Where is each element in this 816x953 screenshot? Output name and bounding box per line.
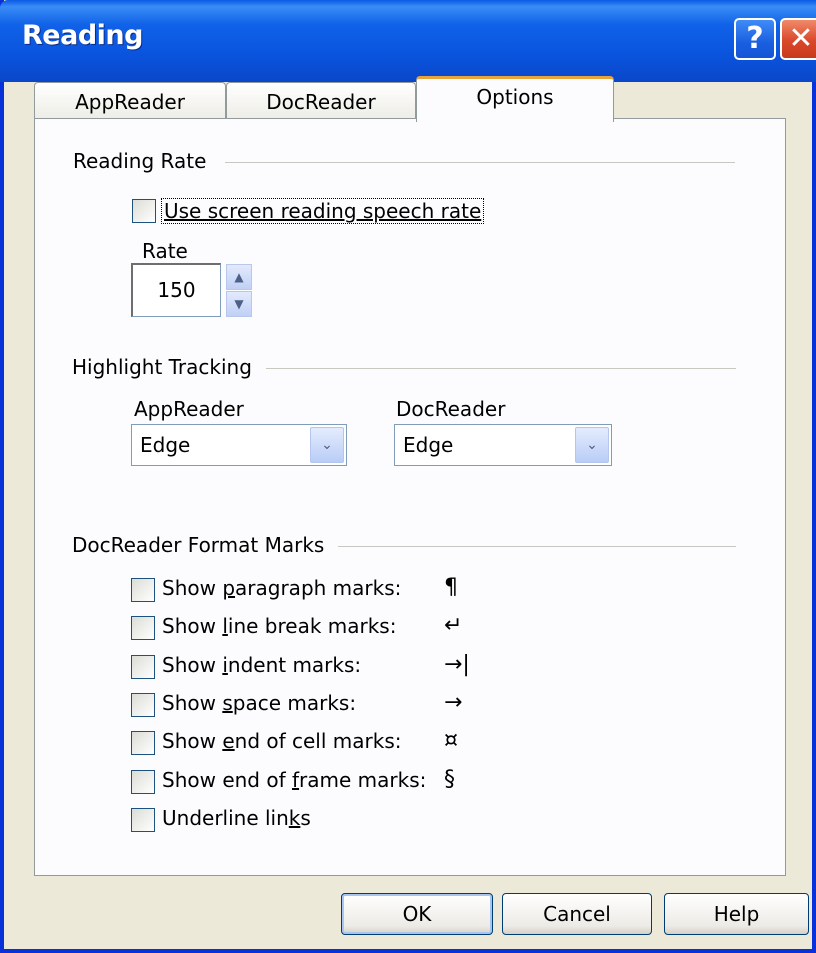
format-mark-label-text: Show <box>162 576 223 600</box>
chevron-down-icon[interactable]: ⌄ <box>575 427 609 463</box>
highlight-tracking-group-label: Highlight Tracking <box>72 355 266 379</box>
format-mark-checkbox[interactable] <box>131 655 155 679</box>
help-button[interactable]: Help <box>664 893 809 935</box>
format-mark-label-text: Show <box>162 614 223 638</box>
reading-dialog: Reading ? ✕ AppReader DocReader Options … <box>0 0 816 953</box>
format-mark-checkbox[interactable] <box>131 808 155 832</box>
format-mark-checkbox[interactable] <box>131 731 155 755</box>
group-divider <box>338 546 736 547</box>
close-icon[interactable]: ✕ <box>780 18 816 60</box>
appreader-selected-value: Edge <box>140 433 191 457</box>
format-mark-label[interactable]: Show paragraph marks: <box>162 576 401 600</box>
format-mark-label-text: ndent marks: <box>227 653 362 677</box>
format-mark-label-text: s <box>300 806 311 830</box>
use-screen-rate-checkbox[interactable] <box>132 199 156 223</box>
format-mark-symbol: ¶ <box>444 575 458 600</box>
format-mark-symbol: → <box>444 690 463 715</box>
format-mark-access-key: k <box>288 806 301 830</box>
format-mark-label[interactable]: Show indent marks: <box>162 653 361 677</box>
format-mark-symbol: ¤ <box>444 728 458 753</box>
format-mark-label[interactable]: Underline links <box>162 806 311 830</box>
use-screen-rate-label[interactable]: Use screen reading speech rate <box>161 198 485 224</box>
format-mark-label[interactable]: Show space marks: <box>162 691 356 715</box>
format-mark-label-text: aragraph marks: <box>235 576 402 600</box>
format-mark-label-text: rame marks: <box>299 768 427 792</box>
format-mark-checkbox[interactable] <box>131 578 155 602</box>
format-mark-label-text: Show end of <box>162 768 292 792</box>
format-mark-label-text: Show <box>162 729 223 753</box>
title-bar[interactable]: Reading ? ✕ <box>0 0 816 82</box>
window-title: Reading <box>22 20 143 51</box>
format-mark-label-text: nd of cell marks: <box>234 729 402 753</box>
format-mark-label[interactable]: Show end of frame marks: <box>162 768 426 792</box>
format-mark-label[interactable]: Show line break marks: <box>162 614 396 638</box>
chevron-down-icon[interactable]: ⌄ <box>310 427 344 463</box>
format-mark-label-text: Underline lin <box>162 806 289 830</box>
ok-button[interactable]: OK <box>341 893 493 935</box>
use-screen-rate-text: Use screen reading speech rate <box>164 199 482 223</box>
spin-down-icon[interactable]: ▼ <box>226 291 252 317</box>
format-mark-checkbox[interactable] <box>131 770 155 794</box>
cancel-button[interactable]: Cancel <box>502 893 652 935</box>
format-mark-checkbox[interactable] <box>131 693 155 717</box>
group-divider <box>225 162 735 163</box>
reading-rate-group-label: Reading Rate <box>73 149 221 173</box>
rate-label: Rate <box>142 239 188 263</box>
format-marks-group-label: DocReader Format Marks <box>72 533 339 557</box>
format-mark-label-text: Show <box>162 691 223 715</box>
docreader-highlight-select[interactable]: Edge ⌄ <box>394 424 612 466</box>
appreader-select-label: AppReader <box>134 397 244 421</box>
format-mark-access-key: e <box>222 729 235 753</box>
format-mark-access-key: f <box>292 768 300 792</box>
tab-appreader[interactable]: AppReader <box>34 82 226 122</box>
format-mark-symbol: →| <box>444 652 470 677</box>
help-icon[interactable]: ? <box>734 18 776 60</box>
format-mark-label-text: pace marks: <box>232 691 357 715</box>
format-mark-label-text: ine break marks: <box>227 614 397 638</box>
format-mark-access-key: s <box>222 691 233 715</box>
docreader-select-label: DocReader <box>396 397 506 421</box>
group-divider <box>264 368 736 369</box>
spin-up-icon[interactable]: ▲ <box>226 264 252 290</box>
appreader-highlight-select[interactable]: Edge ⌄ <box>131 424 347 466</box>
options-panel: Reading Rate Use screen reading speech r… <box>34 118 786 876</box>
format-mark-checkbox[interactable] <box>131 616 155 640</box>
docreader-selected-value: Edge <box>403 433 454 457</box>
format-mark-label-text: Show <box>162 653 223 677</box>
format-mark-access-key: p <box>222 576 236 600</box>
tab-options[interactable]: Options <box>416 76 614 122</box>
format-mark-symbol: § <box>444 767 455 792</box>
format-mark-symbol: ↵ <box>444 613 463 638</box>
tab-docreader[interactable]: DocReader <box>226 82 416 122</box>
format-mark-label[interactable]: Show end of cell marks: <box>162 729 401 753</box>
rate-input[interactable]: 150 <box>131 263 221 317</box>
